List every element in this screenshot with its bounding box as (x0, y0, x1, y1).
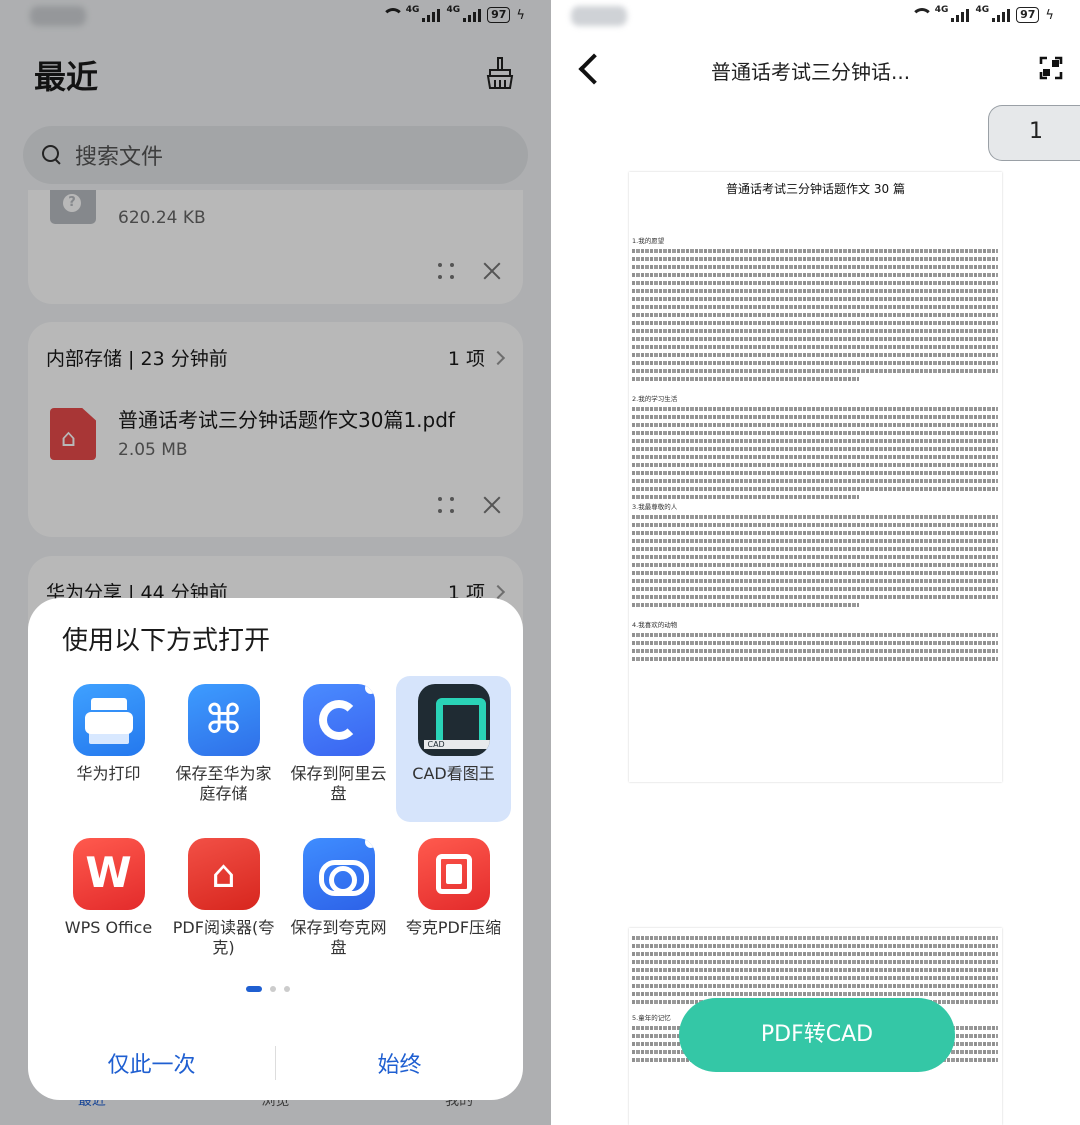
text-block (629, 936, 1002, 1004)
quark-pdf-compress-icon (417, 838, 490, 910)
pdf-reader-icon: ⌂ (187, 838, 260, 910)
always-button[interactable]: 始终 (276, 1047, 523, 1079)
status-time-blurred (571, 6, 627, 26)
pdf-page-1[interactable]: 普通话考试三分钟话题作文 30 篇 1.我的愿望 2.我的学习生活 3.我最尊敬… (629, 172, 1002, 782)
app-cad-viewer[interactable]: CAD看图王 (396, 676, 511, 822)
sheet-title: 使用以下方式打开 (62, 626, 271, 656)
signal-icon-2 (992, 8, 1011, 22)
page-number-indicator[interactable]: 1 (988, 105, 1080, 161)
document-heading: 普通话考试三分钟话题作文 30 篇 (726, 182, 905, 196)
app-aliyun-drive[interactable]: 保存到阿里云盘 (281, 676, 396, 822)
text-block (629, 407, 1002, 499)
charging-icon: ϟ (1045, 7, 1054, 23)
app-quark-pdf-compress[interactable]: 夸克PDF压缩 (396, 830, 511, 976)
wps-office-icon: W (72, 838, 145, 910)
huawei-home-storage-icon: ⌘ (187, 684, 260, 756)
pdf-viewer-panel: 4G 4G 97 ϟ 普通话考试三分钟话... 1 普通话考试三分钟话题作文 3… (551, 0, 1080, 1125)
printer-icon (72, 684, 145, 756)
battery-icon: 97 (1016, 7, 1040, 23)
app-huawei-print[interactable]: 华为打印 (51, 676, 166, 822)
quark-drive-icon (302, 838, 375, 910)
pdf-to-cad-button[interactable]: PDF转CAD (679, 998, 955, 1072)
text-block (629, 249, 1002, 381)
just-once-button[interactable]: 仅此一次 (28, 1047, 275, 1079)
app-grid: 华为打印 ⌘ 保存至华为家庭存储 保存到阿里云盘 CAD看图王 W WPS Of… (51, 676, 511, 976)
app-pdf-reader-quark[interactable]: ⌂ PDF阅读器(夸克) (166, 830, 281, 976)
file-manager-panel: 4G 4G 97 ϟ 最近 搜索文件 620.24 KB 内部存储 | 23 分… (0, 0, 551, 1125)
open-with-sheet: 使用以下方式打开 华为打印 ⌘ 保存至华为家庭存储 保存到阿里云盘 CAD看图王… (28, 598, 523, 1100)
app-wps-office[interactable]: W WPS Office (51, 830, 166, 976)
text-block (629, 515, 1002, 607)
app-quark-drive[interactable]: 保存到夸克网盘 (281, 830, 396, 976)
cad-viewer-icon (417, 684, 490, 756)
status-bar: 4G 4G 97 ϟ (551, 0, 1080, 34)
signal-icon (951, 8, 970, 22)
wifi-icon (909, 8, 933, 22)
page-indicator (246, 986, 290, 992)
back-arrow-icon[interactable] (578, 53, 610, 85)
text-block (629, 633, 1002, 661)
scan-icon[interactable] (1039, 56, 1063, 80)
app-huawei-home-storage[interactable]: ⌘ 保存至华为家庭存储 (166, 676, 281, 822)
aliyun-drive-icon (302, 684, 375, 756)
document-title: 普通话考试三分钟话... (711, 60, 911, 84)
